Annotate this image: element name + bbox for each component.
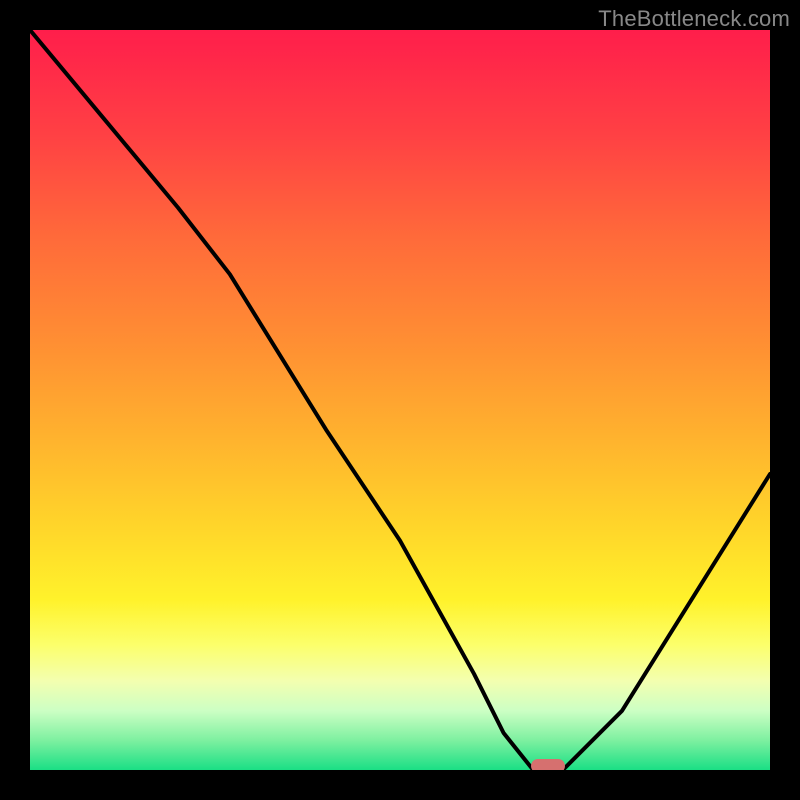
- optimal-point-marker-icon: [531, 759, 565, 770]
- chart-frame: TheBottleneck.com: [0, 0, 800, 800]
- plot-area: [30, 30, 770, 770]
- gradient-background: [30, 30, 770, 770]
- watermark-text: TheBottleneck.com: [598, 6, 790, 32]
- bottleneck-chart: [30, 30, 770, 770]
